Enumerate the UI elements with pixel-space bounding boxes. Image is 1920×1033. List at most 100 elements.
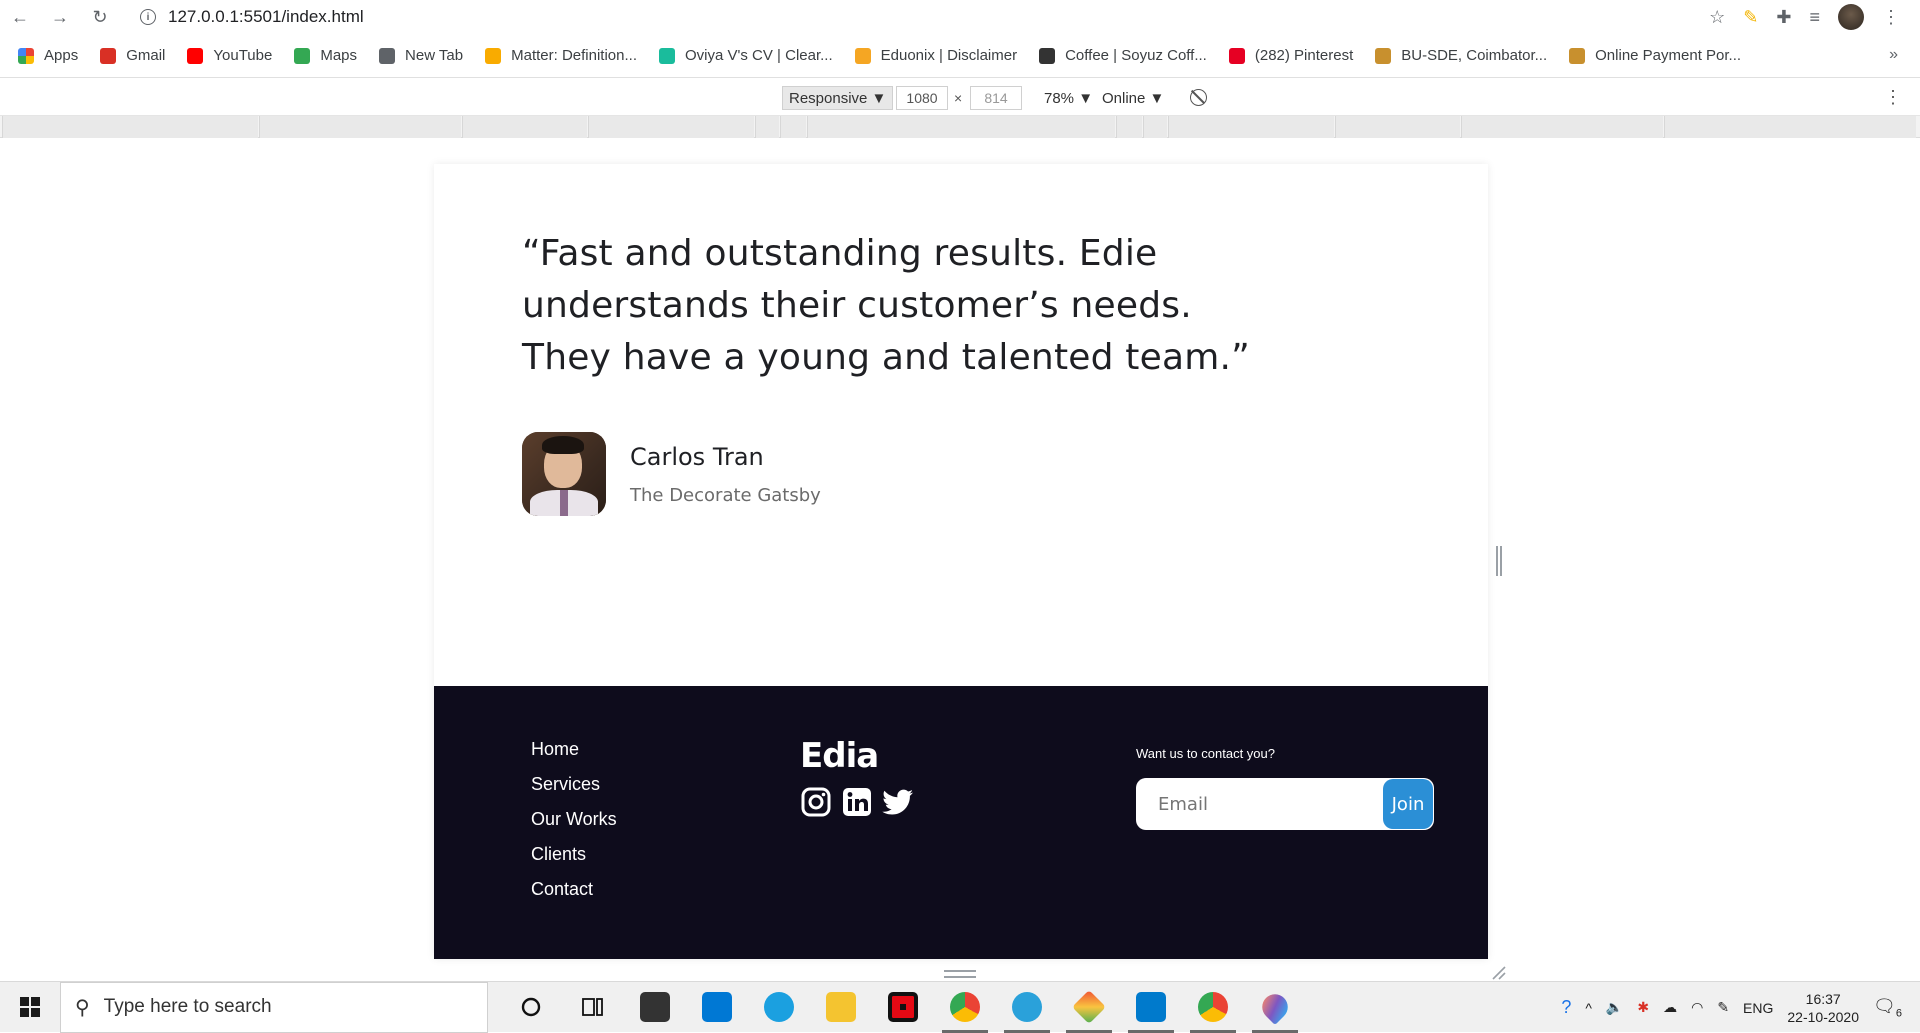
join-button[interactable]: Join: [1383, 779, 1433, 829]
telegram-icon[interactable]: [996, 982, 1058, 1033]
paint-icon[interactable]: [1244, 982, 1306, 1033]
pen-icon[interactable]: ✎: [1717, 999, 1729, 1016]
bookmark-label: Apps: [44, 47, 79, 64]
cortana-icon[interactable]: [500, 982, 562, 1033]
more-bookmarks-icon[interactable]: »: [1889, 46, 1898, 64]
store-icon[interactable]: [624, 982, 686, 1033]
author-company: The Decorate Gatsby: [630, 484, 821, 506]
netflix-icon[interactable]: [872, 982, 934, 1033]
git-icon[interactable]: [1058, 982, 1120, 1033]
profile-avatar[interactable]: [1838, 4, 1864, 30]
task-view-icon[interactable]: [562, 982, 624, 1033]
action-center-icon[interactable]: 🗨6: [1873, 996, 1902, 1020]
ruler-segment[interactable]: [1461, 116, 1663, 138]
bookmark-item[interactable]: Apps: [18, 47, 78, 64]
bookmark-item[interactable]: Online Payment Por...: [1569, 47, 1741, 64]
bookmark-item[interactable]: Gmail: [100, 47, 165, 64]
reload-button[interactable]: ↻: [80, 0, 120, 34]
ruler-segment[interactable]: [780, 116, 806, 138]
bookmark-favicon-icon: [187, 47, 204, 64]
footer-nav: Home Services Our Works Clients Contact: [531, 738, 617, 913]
extension-icon[interactable]: ✎: [1743, 7, 1758, 28]
footer-link-clients[interactable]: Clients: [531, 843, 617, 878]
instagram-icon[interactable]: [800, 786, 832, 818]
device-toolbar: Responsive ▼ 1080 × 814 78% ▼ Online ▼ ⋮: [0, 78, 1920, 116]
email-field[interactable]: [1136, 778, 1383, 830]
throttle-select[interactable]: Online ▼: [1102, 90, 1164, 107]
bookmark-item[interactable]: Maps: [294, 47, 357, 64]
footer-link-home[interactable]: Home: [531, 738, 617, 773]
vscode-icon[interactable]: [1120, 982, 1182, 1033]
start-button[interactable]: [0, 982, 60, 1033]
bookmark-favicon-icon: [379, 47, 396, 64]
bookmark-label: Online Payment Por...: [1595, 47, 1742, 64]
onedrive-icon[interactable]: ☁: [1663, 999, 1677, 1016]
device-menu-icon[interactable]: ⋮: [1884, 87, 1902, 108]
ruler-segment[interactable]: [259, 116, 461, 138]
bookmark-item[interactable]: New Tab: [379, 47, 463, 64]
bookmark-favicon-icon: [485, 47, 502, 64]
puzzle-icon[interactable]: ✚: [1776, 7, 1791, 28]
volume-icon[interactable]: 🔈: [1606, 999, 1623, 1016]
show-hidden-icons[interactable]: ^: [1585, 1000, 1592, 1016]
taskbar-search[interactable]: ⚲ Type here to search: [60, 981, 488, 1033]
contact-label: Want us to contact you?: [1136, 746, 1275, 761]
notification-app-icon[interactable]: ✱: [1637, 999, 1649, 1016]
edge-icon[interactable]: [748, 982, 810, 1033]
bookmark-item[interactable]: Coffee | Soyuz Coff...: [1039, 47, 1207, 64]
chrome-icon[interactable]: [934, 982, 996, 1033]
ruler-segment[interactable]: [2, 116, 258, 138]
bookmark-item[interactable]: (282) Pinterest: [1228, 47, 1354, 64]
ruler-segment[interactable]: [1116, 116, 1142, 138]
footer-link-our-works[interactable]: Our Works: [531, 808, 617, 843]
twitter-icon[interactable]: [882, 786, 914, 818]
address-bar[interactable]: i 127.0.0.1:5501/index.html: [140, 4, 1590, 30]
bookmark-favicon-icon: [1375, 47, 1392, 64]
viewport-corner-grip[interactable]: [1490, 964, 1506, 980]
bookmark-favicon-icon: [659, 47, 675, 64]
zoom-select[interactable]: 78% ▼: [1044, 90, 1093, 107]
viewport-resize-handle[interactable]: [1496, 546, 1502, 576]
site-info-icon[interactable]: i: [140, 9, 156, 25]
bookmark-label: Eduonix | Disclaimer: [880, 47, 1018, 64]
ruler-segment[interactable]: [1168, 116, 1334, 138]
bookmark-label: (282) Pinterest: [1254, 47, 1354, 64]
viewport-height-input[interactable]: 814: [970, 86, 1022, 110]
viewport-bottom-grip[interactable]: [944, 970, 976, 978]
ruler-segment[interactable]: [1143, 116, 1167, 138]
ruler-segment[interactable]: [1335, 116, 1460, 138]
wifi-icon[interactable]: ◠: [1691, 999, 1703, 1016]
footer-link-services[interactable]: Services: [531, 773, 617, 808]
file-explorer-icon[interactable]: [810, 982, 872, 1033]
site-footer: Home Services Our Works Clients Contact …: [434, 686, 1488, 959]
back-button[interactable]: ←: [0, 0, 40, 34]
ruler-segment[interactable]: [588, 116, 754, 138]
bookmark-item[interactable]: YouTube: [187, 47, 272, 64]
forward-button[interactable]: →: [40, 0, 80, 34]
clock[interactable]: 16:37 22-10-2020: [1787, 990, 1859, 1026]
mail-icon[interactable]: [686, 982, 748, 1033]
bookmark-item[interactable]: Eduonix | Disclaimer: [854, 47, 1018, 64]
browser-menu-icon[interactable]: ⋮: [1882, 7, 1900, 28]
footer-link-contact[interactable]: Contact: [531, 878, 617, 913]
bookmark-item[interactable]: Oviya V's CV | Clear...: [659, 47, 833, 64]
quote-line: understands their customer’s needs.: [522, 285, 1192, 326]
help-icon[interactable]: ?: [1561, 997, 1571, 1018]
author-name: Carlos Tran: [630, 442, 764, 471]
chrome-profile-icon[interactable]: [1182, 982, 1244, 1033]
language-indicator[interactable]: ENG: [1743, 1000, 1773, 1016]
ruler-segment[interactable]: [755, 116, 779, 138]
bookmark-label: Oviya V's CV | Clear...: [685, 47, 833, 64]
ruler-segment[interactable]: [462, 116, 587, 138]
bookmark-item[interactable]: Matter: Definition...: [485, 47, 637, 64]
device-select[interactable]: Responsive ▼: [782, 86, 894, 110]
ruler-segment[interactable]: [1664, 116, 1916, 138]
bookmark-item[interactable]: BU-SDE, Coimbator...: [1375, 47, 1547, 64]
viewport-width-input[interactable]: 1080: [896, 86, 948, 110]
media-queue-icon[interactable]: ≡: [1809, 7, 1820, 28]
linkedin-icon[interactable]: [841, 786, 873, 818]
ruler-segment[interactable]: [807, 116, 1115, 138]
bookmark-star-icon[interactable]: ☆: [1709, 7, 1725, 28]
url-text: 127.0.0.1:5501/index.html: [168, 7, 364, 26]
rotate-icon[interactable]: [1190, 89, 1207, 106]
